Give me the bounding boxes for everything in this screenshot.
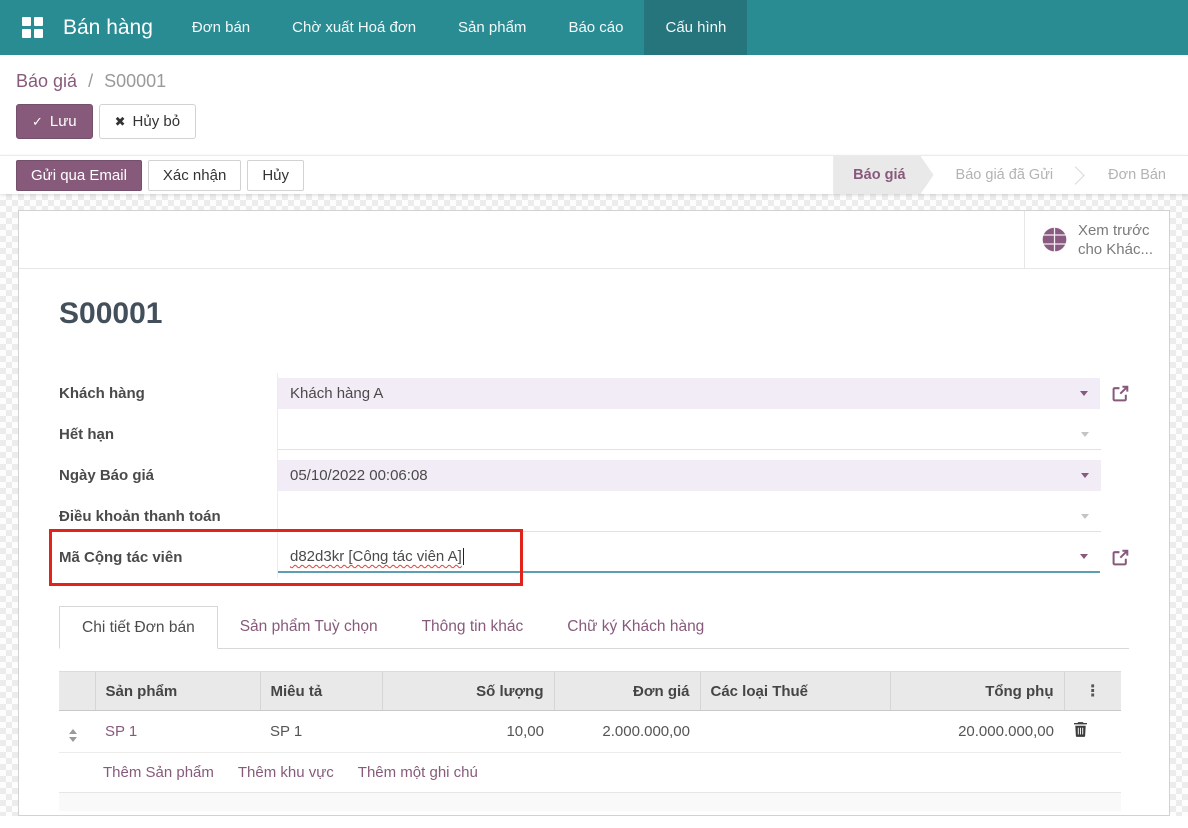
order-lines-table: Sản phẩm Miêu tả Số lượng Đơn giá Các lo… (59, 671, 1121, 811)
add-note-link[interactable]: Thêm một ghi chú (358, 764, 478, 781)
cancel-button[interactable]: Hủy (247, 160, 304, 191)
table-header-row: Sản phẩm Miêu tả Số lượng Đơn giá Các lo… (59, 672, 1121, 711)
control-panel: Báo giá / S00001 ✓ Lưu ✖ Hủy bỏ (0, 55, 1188, 155)
cell-subtotal[interactable]: 20.000.000,00 (890, 711, 1064, 753)
send-by-email-button[interactable]: Gửi qua Email (16, 160, 142, 191)
delete-row-icon[interactable] (1074, 722, 1087, 737)
breadcrumb-parent-link[interactable]: Báo giá (16, 71, 77, 91)
nav-item-reporting[interactable]: Báo cáo (547, 0, 644, 55)
check-icon: ✓ (32, 114, 43, 130)
statusbar: Gửi qua Email Xác nhận Hủy Báo giá Báo g… (0, 155, 1188, 194)
column-description[interactable]: Miêu tả (260, 672, 382, 711)
tab-order-lines[interactable]: Chi tiết Đơn bán (59, 606, 218, 649)
customer-preview-button[interactable]: Xem trước cho Khác... (1024, 211, 1169, 268)
edit-buttons: ✓ Lưu ✖ Hủy bỏ (16, 104, 1172, 155)
nav-item-to-invoice[interactable]: Chờ xuất Hoá đơn (271, 0, 437, 55)
field-row-collaborator-code: Mã Cộng tác viên d82d3kr [Công tác viên … (59, 537, 1129, 578)
column-unit-price[interactable]: Đơn giá (554, 672, 700, 711)
confirm-button[interactable]: Xác nhận (148, 160, 241, 191)
breadcrumb: Báo giá / S00001 (16, 71, 1172, 92)
caret-down-icon[interactable] (1081, 473, 1089, 478)
stage-quotation[interactable]: Báo giá (833, 156, 933, 194)
save-button[interactable]: ✓ Lưu (16, 104, 93, 139)
caret-down-icon[interactable] (1080, 391, 1088, 396)
column-taxes[interactable]: Các loại Thuế (700, 672, 890, 711)
tab-optional-products[interactable]: Sản phẩm Tuỳ chọn (218, 606, 400, 648)
form-view-background: Xem trước cho Khác... S00001 Khách hàng … (0, 194, 1188, 816)
add-product-link[interactable]: Thêm Sản phẩm (103, 764, 214, 781)
close-icon: ✖ (115, 114, 126, 130)
field-row-expiration: Hết hạn (59, 414, 1129, 455)
column-handle (59, 672, 95, 711)
field-row-quotation-date: Ngày Báo giá 05/10/2022 00:06:08 (59, 455, 1129, 496)
cell-quantity[interactable]: 10,00 (382, 711, 554, 753)
notebook-tabs: Chi tiết Đơn bán Sản phẩm Tuỳ chọn Thông… (59, 606, 1129, 649)
field-row-payment-terms: Điều khoản thanh toán (59, 496, 1129, 537)
field-label-customer: Khách hàng (59, 385, 277, 402)
payment-terms-input[interactable] (278, 501, 1101, 532)
drag-handle-icon[interactable] (69, 729, 77, 742)
app-name[interactable]: Bán hàng (49, 0, 171, 55)
discard-button-label: Hủy bỏ (133, 113, 181, 130)
external-link-icon[interactable] (1112, 385, 1129, 402)
cell-unit-price[interactable]: 2.000.000,00 (554, 711, 700, 753)
field-label-payment-terms: Điều khoản thanh toán (59, 508, 277, 525)
expiration-input[interactable] (278, 419, 1101, 450)
caret-down-icon[interactable] (1080, 554, 1088, 559)
top-navbar: Bán hàng Đơn bán Chờ xuất Hoá đơn Sản ph… (0, 0, 1188, 55)
globe-icon (1041, 226, 1068, 253)
table-footer-links: Thêm Sản phẩm Thêm khu vực Thêm một ghi … (59, 753, 1121, 793)
tab-customer-signature[interactable]: Chữ ký Khách hàng (545, 606, 726, 648)
order-line-row: SP 1 SP 1 10,00 2.000.000,00 20.000.000,… (59, 711, 1121, 753)
customer-input[interactable]: Khách hàng A (278, 378, 1100, 409)
caret-down-icon[interactable] (1081, 432, 1089, 437)
collaborator-code-input[interactable]: d82d3kr [Công tác viên A] (278, 542, 1100, 573)
discard-button[interactable]: ✖ Hủy bỏ (99, 104, 196, 139)
nav-item-products[interactable]: Sản phẩm (437, 0, 547, 55)
stage-sales-order[interactable]: Đơn Bán (1086, 156, 1188, 194)
cell-description[interactable]: SP 1 (260, 711, 382, 753)
apps-grid-icon (22, 17, 43, 38)
optional-columns-icon[interactable]: ⋮ (1064, 672, 1121, 711)
statusbar-actions: Gửi qua Email Xác nhận Hủy (16, 156, 304, 194)
field-row-customer: Khách hàng Khách hàng A (59, 373, 1129, 414)
status-pipeline: Báo giá Báo giá đã Gửi Đơn Bán (833, 156, 1188, 194)
totals-section-start (59, 793, 1121, 811)
breadcrumb-current: S00001 (104, 71, 166, 91)
cell-taxes[interactable] (700, 711, 890, 753)
stage-quotation-sent[interactable]: Báo giá đã Gửi (934, 156, 1076, 194)
column-product[interactable]: Sản phẩm (95, 672, 260, 711)
quotation-date-input[interactable]: 05/10/2022 00:06:08 (278, 460, 1101, 491)
preview-label-line1: Xem trước (1078, 221, 1153, 240)
external-link-icon[interactable] (1112, 549, 1129, 566)
breadcrumb-separator: / (88, 71, 93, 91)
record-title: S00001 (59, 297, 1129, 331)
field-label-expiration: Hết hạn (59, 426, 277, 443)
field-label-collaborator-code: Mã Cộng tác viên (59, 549, 277, 566)
caret-down-icon[interactable] (1081, 514, 1089, 519)
column-subtotal[interactable]: Tổng phụ (890, 672, 1064, 711)
add-section-link[interactable]: Thêm khu vực (238, 764, 334, 781)
nav-item-configuration[interactable]: Cấu hình (644, 0, 747, 55)
text-cursor (463, 548, 464, 565)
field-label-quotation-date: Ngày Báo giá (59, 467, 277, 484)
nav-item-orders[interactable]: Đơn bán (171, 0, 271, 55)
cell-product[interactable]: SP 1 (95, 711, 260, 753)
sheet-header: Xem trước cho Khác... (19, 211, 1169, 269)
tab-other-info[interactable]: Thông tin khác (400, 606, 546, 648)
field-group: Khách hàng Khách hàng A (59, 373, 1129, 578)
column-quantity[interactable]: Số lượng (382, 672, 554, 711)
form-sheet: Xem trước cho Khác... S00001 Khách hàng … (18, 210, 1170, 816)
apps-menu-button[interactable] (16, 0, 49, 55)
sheet-body: S00001 Khách hàng Khách hàng A (19, 297, 1169, 811)
save-button-label: Lưu (50, 113, 77, 130)
preview-label-line2: cho Khác... (1078, 240, 1153, 259)
